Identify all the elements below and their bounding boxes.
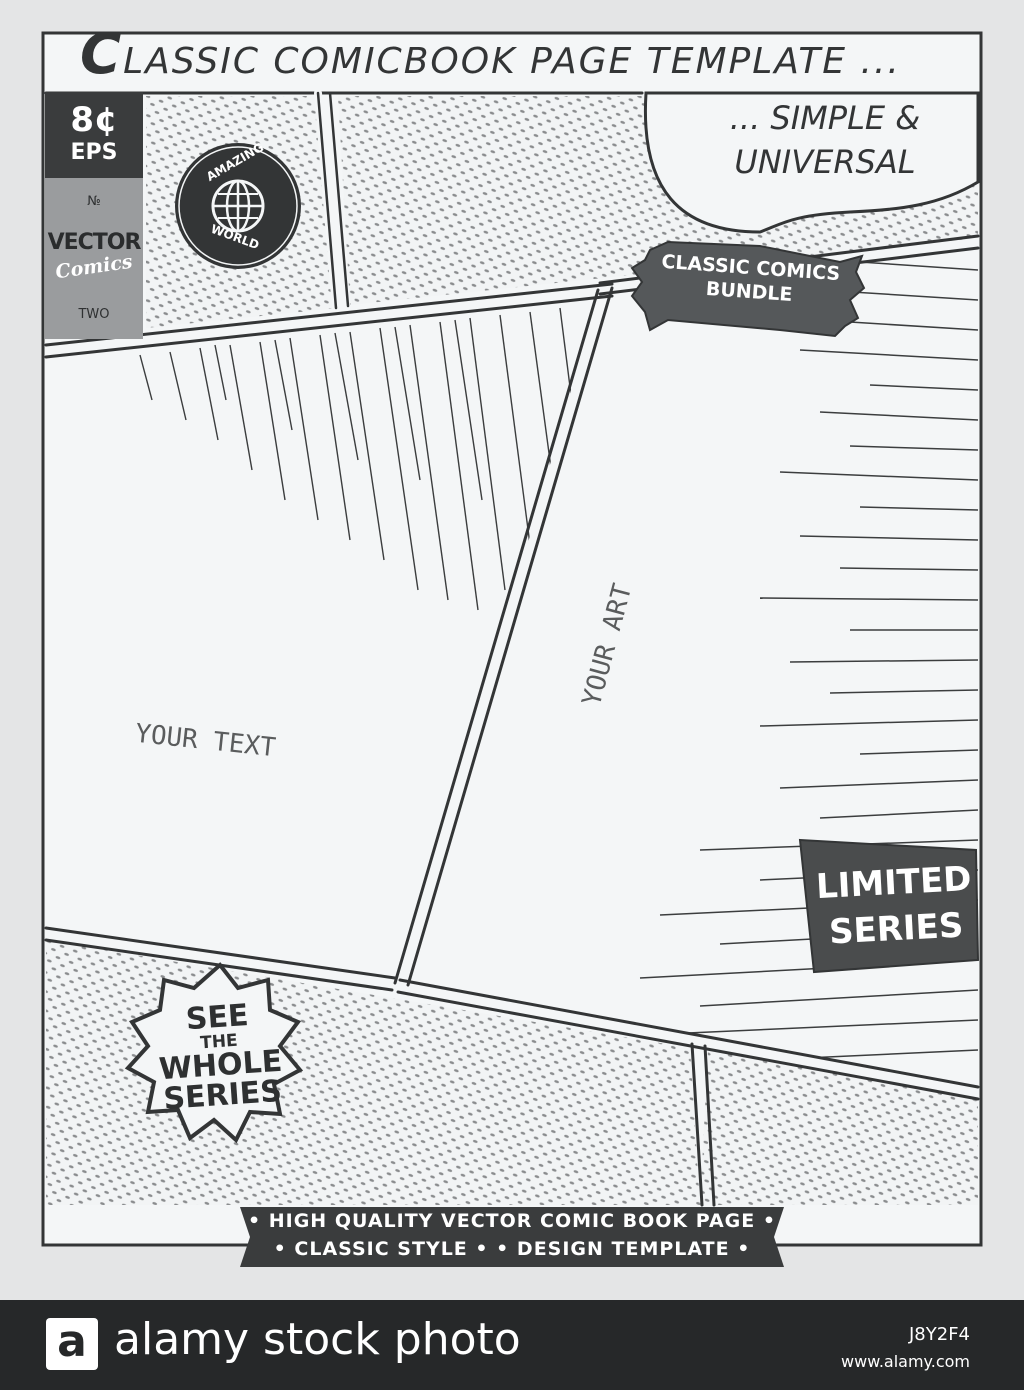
banner-line2: • CLASSIC STYLE • • DESIGN TEMPLATE • <box>273 1238 751 1260</box>
site-name[interactable]: alamy stock photo <box>114 1314 521 1365</box>
stock-footer: a alamy stock photo J8Y2F4 www.alamy.com <box>0 1300 1024 1390</box>
issue-box: № VECTOR Comics TWO <box>45 178 143 339</box>
bubble-line1: ... SIMPLE & <box>729 99 921 137</box>
file-format: EPS <box>70 140 118 165</box>
number-symbol: № <box>87 194 101 209</box>
limited-line1: LIMITED <box>815 858 973 908</box>
banner-line1: • HIGH QUALITY VECTOR COMIC BOOK PAGE • <box>247 1210 776 1232</box>
bottom-banner: • HIGH QUALITY VECTOR COMIC BOOK PAGE • … <box>240 1207 784 1267</box>
price: 8¢ <box>70 100 118 140</box>
title-initial: C <box>80 22 124 87</box>
see-series-text: SEE THE WHOLE SERIES <box>136 998 303 1117</box>
alamy-logo-icon: a <box>46 1318 98 1370</box>
price-box: 8¢ EPS <box>45 92 143 178</box>
bubble-line2: UNIVERSAL <box>734 143 916 181</box>
image-id: J8Y2F4 <box>908 1324 970 1345</box>
title-text: LASSIC COMICBOOK PAGE TEMPLATE ... <box>123 41 901 82</box>
page-title: CLASSIC COMICBOOK PAGE TEMPLATE ... <box>80 22 980 88</box>
limited-line2: SERIES <box>828 905 965 953</box>
limited-badge-text: LIMITED SERIES <box>813 856 978 956</box>
issue-number: TWO <box>78 307 110 322</box>
comic-page-artwork <box>41 31 983 1267</box>
site-url[interactable]: www.alamy.com <box>841 1352 970 1371</box>
speech-bubble-text: ... SIMPLE & UNIVERSAL <box>700 96 950 184</box>
